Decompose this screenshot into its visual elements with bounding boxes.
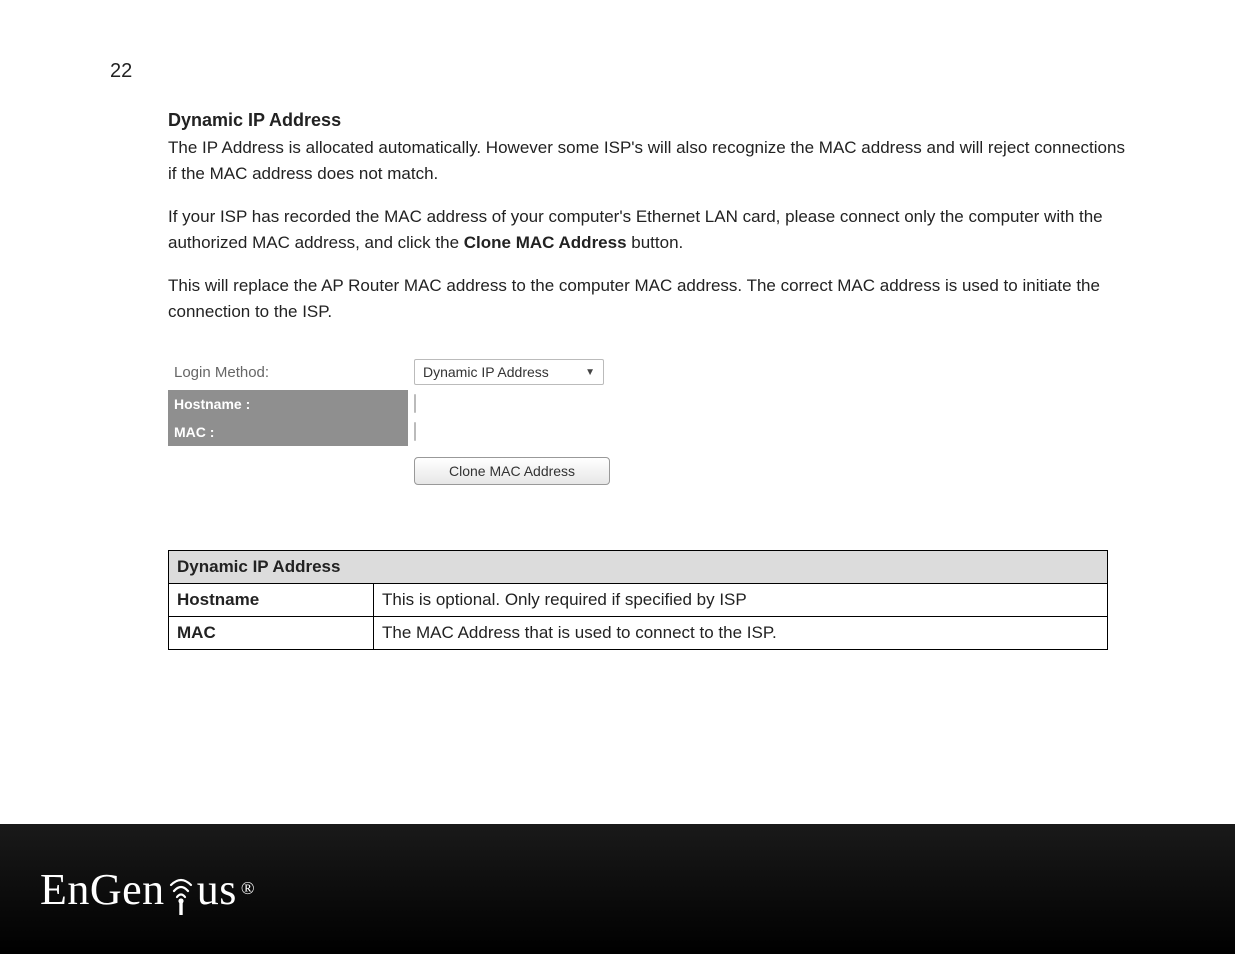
table-row: Hostname This is optional. Only required… bbox=[169, 584, 1108, 617]
registered-icon: ® bbox=[241, 878, 255, 899]
logo-text-1: EnGen bbox=[40, 864, 165, 915]
row-desc: This is optional. Only required if speci… bbox=[374, 584, 1108, 617]
logo-text-2: us bbox=[197, 864, 237, 915]
row-desc: The MAC Address that is used to connect … bbox=[374, 617, 1108, 650]
paragraph-1: The IP Address is allocated automaticall… bbox=[168, 135, 1133, 186]
row-key: MAC bbox=[169, 617, 374, 650]
mac-input[interactable] bbox=[414, 422, 416, 441]
paragraph-2c: button. bbox=[627, 233, 684, 252]
clone-mac-button[interactable]: Clone MAC Address bbox=[414, 457, 610, 485]
config-form: Login Method: Dynamic IP Address ▼ Hostn… bbox=[168, 354, 618, 490]
paragraph-3: This will replace the AP Router MAC addr… bbox=[168, 273, 1133, 324]
footer: EnGen us ® bbox=[0, 824, 1235, 954]
login-method-label: Login Method: bbox=[168, 354, 408, 390]
mac-label: MAC : bbox=[168, 418, 408, 446]
hostname-input[interactable] bbox=[414, 394, 416, 413]
wifi-icon bbox=[167, 871, 195, 919]
hostname-label: Hostname : bbox=[168, 390, 408, 418]
row-key: Hostname bbox=[169, 584, 374, 617]
login-method-value: Dynamic IP Address bbox=[423, 364, 549, 380]
table-row: MAC The MAC Address that is used to conn… bbox=[169, 617, 1108, 650]
clone-mac-text-bold: Clone MAC Address bbox=[464, 233, 627, 252]
section-title: Dynamic IP Address bbox=[168, 110, 1133, 131]
table-header: Dynamic IP Address bbox=[169, 551, 1108, 584]
chevron-down-icon: ▼ bbox=[585, 367, 595, 378]
page-number: 22 bbox=[110, 60, 132, 83]
login-method-dropdown[interactable]: Dynamic IP Address ▼ bbox=[414, 359, 604, 385]
brand-logo: EnGen us ® bbox=[40, 864, 255, 915]
content-area: Dynamic IP Address The IP Address is all… bbox=[168, 110, 1133, 650]
paragraph-2: If your ISP has recorded the MAC address… bbox=[168, 204, 1133, 255]
description-table: Dynamic IP Address Hostname This is opti… bbox=[168, 550, 1108, 650]
